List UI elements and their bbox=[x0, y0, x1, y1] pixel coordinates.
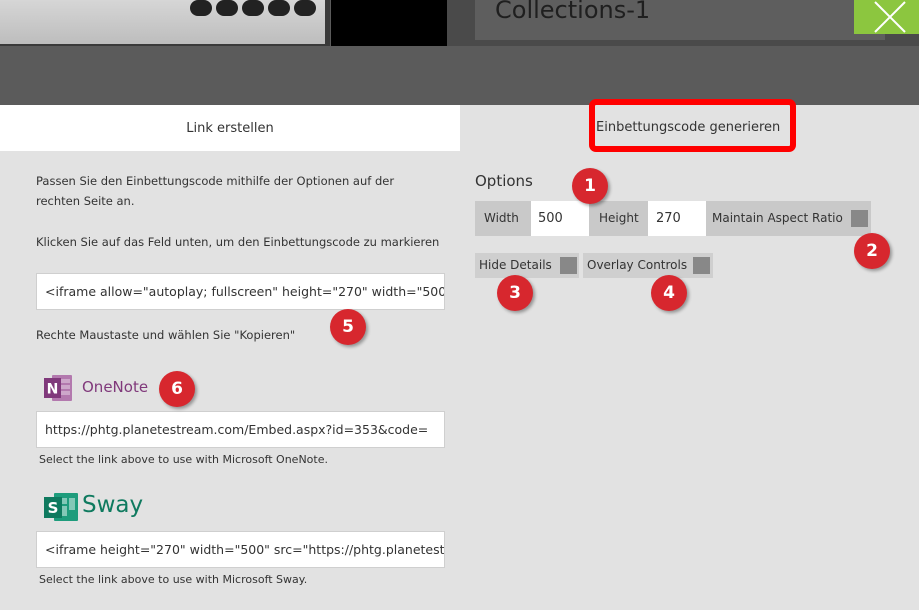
toolbar-icon bbox=[190, 0, 212, 16]
instruction-text: Klicken Sie auf das Feld unten, um den E… bbox=[36, 235, 440, 249]
sway-icon: S bbox=[44, 493, 78, 521]
toolbar-icon bbox=[268, 0, 290, 16]
sway-code-field[interactable]: <iframe height="270" width="500" src="ht… bbox=[36, 531, 445, 568]
onenote-label: OneNote bbox=[82, 378, 149, 396]
step-marker-1: 1 bbox=[572, 168, 608, 204]
options-title: Options bbox=[475, 172, 533, 190]
collection-title: Collections-1 bbox=[495, 0, 651, 24]
sway-label: Sway bbox=[82, 492, 144, 518]
toolbar-icon bbox=[242, 0, 264, 16]
embed-code-field[interactable]: <iframe allow="autoplay; fullscreen" hei… bbox=[36, 273, 445, 310]
tab-label: Link erstellen bbox=[186, 120, 274, 136]
step-marker-3: 3 bbox=[497, 275, 533, 311]
tab-link-erstellen[interactable]: Link erstellen bbox=[0, 105, 460, 151]
aspect-ratio-checkbox[interactable] bbox=[851, 210, 868, 227]
background-video-thumbnail bbox=[331, 0, 447, 46]
copy-instruction: Rechte Maustaste und wählen Sie "Kopiere… bbox=[36, 328, 296, 342]
height-label: Height bbox=[599, 211, 639, 225]
sway-hint: Select the link above to use with Micros… bbox=[39, 573, 308, 586]
toolbar-icon bbox=[216, 0, 238, 16]
onenote-link-field[interactable]: https://phtg.planetestream.com/Embed.asp… bbox=[36, 411, 445, 448]
height-input[interactable]: 270 bbox=[648, 201, 706, 236]
width-label: Width bbox=[484, 211, 519, 225]
background-thumbnail bbox=[0, 0, 330, 46]
width-input[interactable]: 500 bbox=[531, 201, 589, 236]
overlay-controls-checkbox[interactable] bbox=[693, 257, 710, 274]
close-button[interactable] bbox=[854, 0, 919, 34]
svg-text:N: N bbox=[47, 382, 59, 398]
svg-text:S: S bbox=[48, 499, 59, 517]
step-marker-5: 5 bbox=[330, 309, 366, 345]
step-marker-6: 6 bbox=[159, 371, 195, 407]
thumbnail-toolbar bbox=[190, 0, 316, 16]
onenote-hint: Select the link above to use with Micros… bbox=[39, 453, 328, 466]
tab-label[interactable]: Einbettungscode generieren bbox=[596, 120, 780, 135]
toolbar-icon bbox=[294, 0, 316, 16]
step-marker-2: 2 bbox=[854, 233, 890, 269]
instruction-text: Passen Sie den Einbettungscode mithilfe … bbox=[36, 174, 395, 208]
hide-details-checkbox[interactable] bbox=[560, 257, 577, 274]
aspect-ratio-label: Maintain Aspect Ratio bbox=[712, 211, 843, 225]
onenote-icon: N bbox=[44, 375, 72, 401]
close-x-icon bbox=[874, 1, 906, 33]
step-marker-4: 4 bbox=[651, 275, 687, 311]
